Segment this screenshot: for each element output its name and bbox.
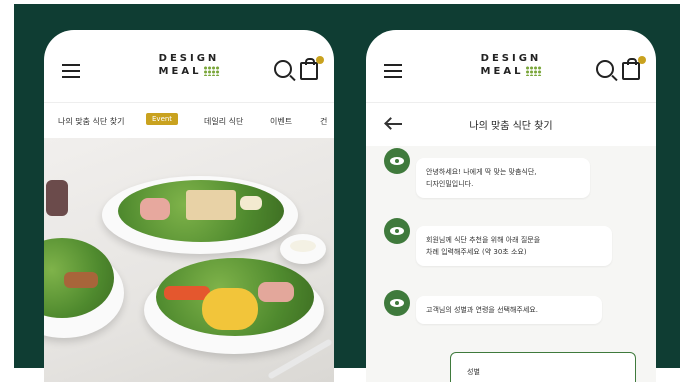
right-phone: DESIGN MEAL 나의 맞춤 식단 찾기 안녕하세요! 나에게 딱 맞는 … — [366, 30, 656, 382]
category-nav: 나의 맞춤 식단 찾기 Event 데일리 식단 이벤트 건 — [44, 102, 334, 140]
event-badge[interactable]: Event — [146, 113, 179, 125]
cheese — [240, 196, 262, 210]
brand-logo[interactable]: DESIGN MEAL — [481, 52, 542, 78]
logo-dots-icon — [525, 66, 542, 76]
cart-badge — [316, 56, 324, 64]
jar — [46, 180, 68, 216]
nav-item-event[interactable]: 이벤트 — [270, 116, 292, 127]
menu-icon[interactable] — [62, 64, 80, 78]
answer-label: 성별 — [467, 368, 480, 376]
bot-avatar — [384, 290, 410, 316]
search-icon[interactable] — [596, 60, 614, 78]
app-header-right: DESIGN MEAL — [366, 30, 656, 102]
nav-item-daily[interactable]: 데일리 식단 — [204, 116, 243, 127]
screenshot-frame: DESIGN MEAL 나의 맞춤 식단 찾기 Event 데일리 식단 이벤트… — [0, 0, 684, 382]
search-icon[interactable] — [274, 60, 292, 78]
app-header: DESIGN MEAL — [44, 30, 334, 102]
food-photo — [44, 138, 334, 382]
carrot — [164, 286, 210, 300]
logo-line1: DESIGN — [158, 53, 220, 64]
nav-item-meal-finder[interactable]: 나의 맞춤 식단 찾기 — [58, 116, 125, 127]
chat-title: 나의 맞춤 식단 찾기 — [469, 121, 553, 132]
grilled-meat — [64, 272, 98, 288]
logo-line1: DESIGN — [480, 53, 542, 64]
eye-icon — [390, 227, 404, 235]
cart-badge — [638, 56, 646, 64]
bag-icon[interactable] — [622, 58, 640, 80]
corn — [202, 288, 258, 330]
ham-slice — [140, 198, 170, 220]
sauce — [290, 240, 316, 252]
eye-icon — [390, 157, 404, 165]
chat-message: 고객님의 성별과 연령을 선택해주세요. — [416, 296, 602, 324]
chat-message: 회원님께 식단 추천을 위해 아래 질문을 차례 입력해주세요 (약 30초 소… — [416, 226, 612, 266]
logo-line2: MEAL — [480, 66, 524, 77]
ham-bottom — [258, 282, 294, 302]
menu-icon[interactable] — [384, 64, 402, 78]
bot-avatar — [384, 148, 410, 174]
left-phone: DESIGN MEAL 나의 맞춤 식단 찾기 Event 데일리 식단 이벤트… — [44, 30, 334, 382]
bag-icon[interactable] — [300, 58, 318, 80]
chat-header: 나의 맞춤 식단 찾기 — [366, 102, 656, 148]
nav-item-more[interactable]: 건 — [320, 116, 327, 127]
crouton-pile — [186, 190, 236, 220]
brand-logo[interactable]: DESIGN MEAL — [159, 52, 220, 78]
chat-message: 안녕하세요! 나에게 딱 맞는 맞춤식단, 디자인밀입니다. — [416, 158, 590, 198]
eye-icon — [390, 299, 404, 307]
logo-line2: MEAL — [158, 66, 202, 77]
gender-answer-option[interactable]: 성별 — [450, 352, 636, 382]
logo-dots-icon — [203, 66, 220, 76]
bot-avatar — [384, 218, 410, 244]
chat-body: 안녕하세요! 나에게 딱 맞는 맞춤식단, 디자인밀입니다. 회원님께 식단 추… — [366, 146, 656, 382]
